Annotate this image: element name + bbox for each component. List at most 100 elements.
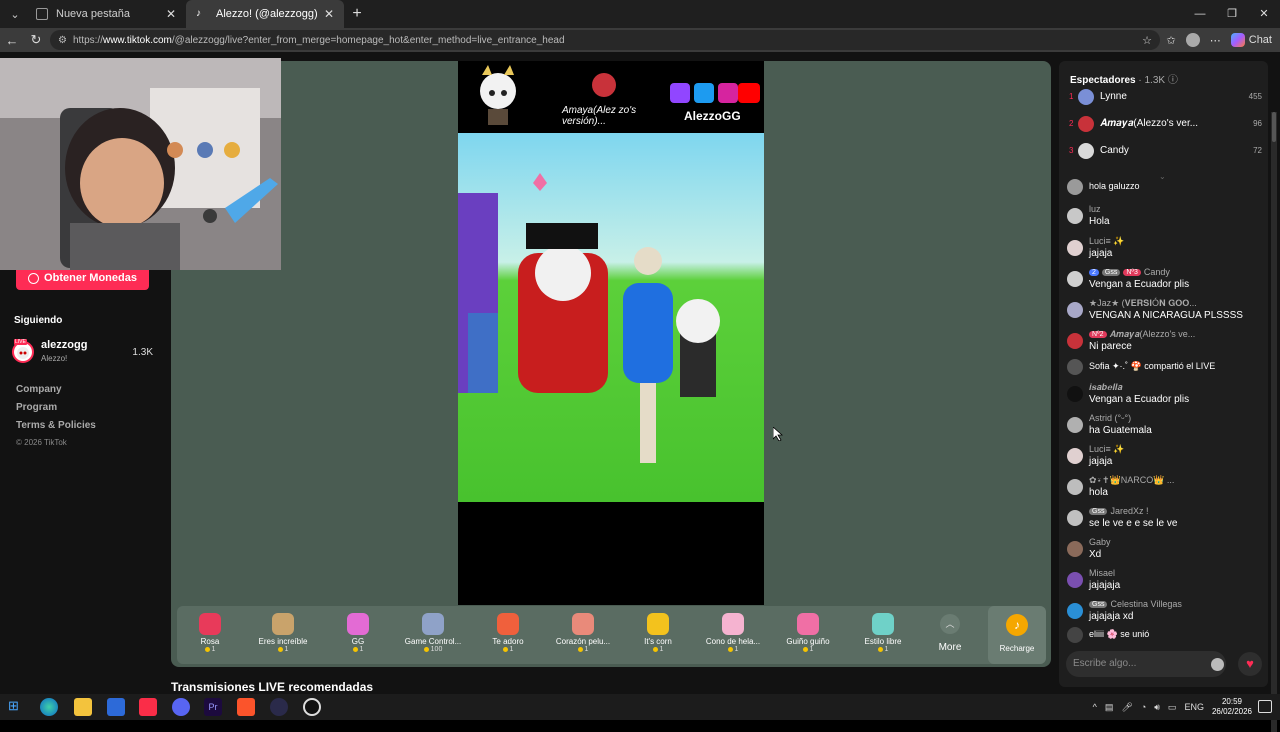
close-tab-icon[interactable]: ✕ [166,7,176,21]
chat-username-text: Astrid (°ᵕ°) [1089,413,1132,423]
minimize-icon[interactable]: — [1184,0,1216,28]
tab-new-tab[interactable]: Nueva pestaña ✕ [26,0,186,28]
gift-item[interactable]: Eres increíble 1 [248,610,318,662]
reload-icon[interactable]: ↻ [24,32,48,48]
like-heart-button[interactable]: ♥ [1238,652,1262,676]
top-viewer-row[interactable]: 3 Candy 72 [1067,141,1262,163]
chat-username[interactable]: Sofia ✦·.˚ 🍄 compartió el LIVE [1089,361,1215,372]
chat-username[interactable]: Astrid (°ᵕ°) [1089,413,1131,423]
footer-link-company[interactable]: Company [16,384,96,395]
avatar[interactable] [1067,208,1083,224]
gift-item[interactable]: Game Control... 100 [398,610,468,662]
edge-icon[interactable] [40,698,58,716]
menu-dots-icon[interactable]: ⋯ [1210,34,1221,47]
avatar[interactable] [1067,510,1083,526]
premiere-icon[interactable]: Pr [204,698,222,716]
avatar[interactable] [1067,603,1083,619]
avatar[interactable] [1067,271,1083,287]
discord-icon[interactable] [172,698,190,716]
maximize-icon[interactable]: ❐ [1216,0,1248,28]
avatar[interactable] [1067,417,1083,433]
help-icon[interactable]: ⓘ [1168,75,1178,86]
gift-item[interactable]: Cono de hela... 1 [698,610,768,662]
footer-link-program[interactable]: Program [16,402,96,413]
favorites-icon[interactable]: ✩ [1167,34,1176,47]
chat-username[interactable]: Luci≡ ✨ [1089,236,1124,247]
get-coins-label: Obtener Monedas [44,272,137,284]
top-viewer-row[interactable]: 1 Lynne 455 [1067,87,1262,109]
notifications-icon[interactable] [1258,700,1272,713]
chat-username[interactable]: eliiii 🌸 se unió [1089,629,1149,640]
wifi-icon[interactable]: ◔ [1141,702,1146,712]
chevron-down-icon[interactable]: ⌄ [1159,172,1166,181]
close-tab-icon[interactable]: ✕ [324,7,334,21]
avatar[interactable] [1067,541,1083,557]
recharge-button[interactable]: ♪ Recharge [988,606,1046,664]
gift-cost: 1 [473,646,543,653]
chat-username[interactable]: hola galuzzo [1089,181,1140,191]
chat-username[interactable]: ✿⍣✝👑NARCO👑 ... [1089,475,1174,486]
gift-item[interactable]: Rosa 1 [175,610,245,662]
profile-icon[interactable] [1185,33,1200,47]
avatar[interactable] [1067,448,1083,464]
gift-item[interactable]: Guiño guiño 1 [773,610,843,662]
bookmark-star-icon[interactable]: ☆ [1142,34,1152,47]
tab-tiktok-live[interactable]: ♪ Alezzo! (@alezzogg) está LIVE: TikTok … [186,0,344,28]
close-window-icon[interactable]: ✕ [1248,0,1280,28]
chat-username[interactable]: Gss JaredXz ! [1089,506,1148,516]
copilot-icon [1230,33,1245,47]
obs-icon[interactable] [303,698,321,716]
avatar[interactable] [1067,479,1083,495]
new-tab-button[interactable]: + [344,5,370,23]
chat-username[interactable]: luz [1089,204,1101,214]
following-item-alezzogg[interactable]: LIVE alezzogg Alezzo! 1.3K [12,339,157,365]
network-icon[interactable]: ▤ [1105,702,1114,713]
avatar[interactable] [1067,302,1083,318]
avatar[interactable] [1067,333,1083,349]
file-explorer-icon[interactable] [74,698,92,716]
avatar[interactable] [1067,572,1083,588]
chevron-up-icon[interactable]: ^ [1093,702,1097,712]
tab-list-button[interactable]: ⌄ [4,4,26,24]
volume-icon[interactable]: 🔊︎ [1154,702,1160,713]
site-info-icon[interactable]: ⚙ [58,35,67,46]
more-gifts-button[interactable]: ︿ More [929,610,971,660]
clock[interactable]: 20:59 26/02/2026 [1212,697,1252,717]
page-scrollbar[interactable] [1271,112,1277,732]
music-app-icon[interactable] [139,698,157,716]
gift-item[interactable]: Te adoro 1 [473,610,543,662]
avatar[interactable] [1067,386,1083,402]
chat-username[interactable]: Luci≡ ✨ [1089,444,1124,455]
gift-item[interactable]: It's corn 1 [623,610,693,662]
chat-username[interactable]: Nº2 𝑨𝒎𝒂𝒚𝒂(Alezzo's ve... [1089,329,1195,340]
chat-username[interactable]: Gaby [1089,537,1111,547]
chat-username[interactable]: Misael [1089,568,1115,578]
chat-input[interactable]: Escribe algo... [1066,651,1226,677]
chat-username[interactable]: ★Jaz★ (𝐕𝐄𝐑𝐒𝐈Ó𝐍 𝐆𝐎𝐎... [1089,298,1197,309]
language-indicator[interactable]: ENG [1184,702,1204,712]
avatar[interactable] [1067,240,1083,256]
brave-icon[interactable] [237,698,255,716]
gift-item[interactable]: Estilo libre 1 [848,610,918,662]
chat-username[interactable]: Gss Celestina Villegas [1089,599,1182,609]
app-icon[interactable] [270,698,288,716]
chat-username[interactable]: 2 Gss Nº3 Candy [1089,267,1170,277]
back-icon[interactable]: ← [0,33,24,48]
avatar[interactable] [1067,359,1083,375]
toolbar-right: ✩ ⋯ Chat [1167,28,1272,52]
store-icon[interactable] [107,698,125,716]
copilot-chat-button[interactable]: Chat [1230,33,1272,47]
gift-item[interactable]: GG 1 [323,610,393,662]
start-icon[interactable]: ⊞ [8,698,26,716]
live-video[interactable]: Amaya(Alez zo's versión)... AlezzoGG [458,61,764,605]
footer-link-terms[interactable]: Terms & Policies [16,420,96,431]
emoji-icon[interactable] [1211,658,1224,671]
microphone-icon[interactable]: 🎤︎ [1121,702,1132,713]
avatar[interactable] [1067,627,1083,643]
battery-icon[interactable]: ▭ [1168,702,1177,713]
address-bar[interactable]: ⚙ https://www.tiktok.com/@alezzogg/live?… [50,30,1160,50]
chat-username[interactable]: 𝒊𝒔𝒂𝒃𝒆𝒍𝒍𝒂 [1089,382,1122,393]
avatar[interactable] [1067,179,1083,195]
gift-item[interactable]: Corazón pelu... 1 [548,610,618,662]
top-viewer-row[interactable]: 2 𝑨𝒎𝒂𝒚𝒂(Alezzo's ver... 96 [1067,114,1262,136]
